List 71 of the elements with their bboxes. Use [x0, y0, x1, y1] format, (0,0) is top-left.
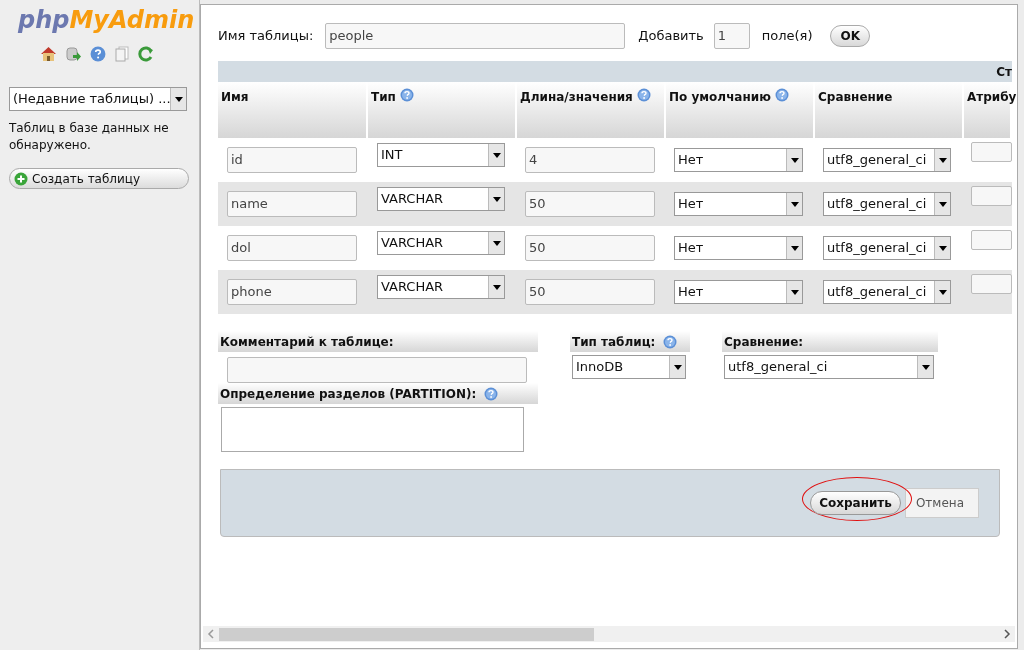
dropdown-arrow-icon	[790, 245, 799, 251]
collation-dropdown[interactable]: utf8_general_ci	[823, 236, 951, 260]
help-icon[interactable]	[399, 88, 414, 102]
documents-icon[interactable]	[114, 46, 130, 62]
column-name-field[interactable]: name	[227, 191, 357, 217]
dropdown-arrow-icon	[492, 152, 501, 158]
add-label: Добавить	[638, 26, 704, 45]
recent-tables-dropdown[interactable]: (Недавние таблицы) ...	[9, 87, 187, 111]
reload-icon[interactable]	[138, 46, 154, 62]
horizontal-scrollbar[interactable]	[203, 626, 1015, 642]
dropdown-arrow-icon	[938, 157, 947, 163]
cancel-button[interactable]: Отмена	[904, 488, 979, 518]
dropdown-arrow-icon	[673, 364, 682, 370]
table-type-dropdown[interactable]: InnoDB	[572, 355, 686, 379]
table-name-field[interactable]: people	[325, 22, 626, 49]
scroll-right-icon[interactable]	[1002, 629, 1012, 639]
length-field[interactable]: 50	[525, 235, 655, 261]
dropdown-arrow-icon	[790, 157, 799, 163]
table-comment-label: Комментарий к таблице:	[220, 333, 394, 351]
plus-icon	[14, 171, 28, 186]
help-icon[interactable]	[774, 88, 789, 102]
collation-dropdown[interactable]: utf8_general_ci	[823, 280, 951, 304]
table-collation-dropdown[interactable]: utf8_general_ci	[724, 355, 934, 379]
length-field[interactable]: 50	[525, 279, 655, 305]
length-field[interactable]: 50	[525, 191, 655, 217]
type-dropdown[interactable]: INT	[377, 143, 505, 167]
help-icon[interactable]	[636, 88, 651, 102]
collation-dropdown[interactable]: utf8_general_ci	[823, 192, 951, 216]
column-name-field[interactable]: dol	[227, 235, 357, 261]
length-field[interactable]: 4	[525, 147, 655, 173]
dropdown-arrow-icon	[921, 364, 930, 370]
partition-textarea[interactable]	[221, 407, 524, 452]
home-icon[interactable]	[40, 46, 57, 62]
column-name-field[interactable]: phone	[227, 279, 357, 305]
dropdown-arrow-icon	[174, 96, 183, 102]
database-arrow-icon[interactable]	[65, 46, 82, 62]
table-comment-field[interactable]	[227, 357, 527, 383]
dropdown-arrow-icon	[938, 289, 947, 295]
default-dropdown[interactable]: Нет	[674, 280, 803, 304]
dropdown-arrow-icon	[938, 201, 947, 207]
save-button[interactable]: Сохранить	[810, 491, 901, 515]
scroll-left-icon[interactable]	[206, 629, 216, 639]
scrollbar-thumb[interactable]	[219, 627, 594, 641]
default-dropdown[interactable]: Нет	[674, 192, 803, 216]
column-group-header: Ст	[996, 63, 1012, 81]
help-icon[interactable]	[484, 386, 499, 401]
default-dropdown[interactable]: Нет	[674, 148, 803, 172]
column-name-field[interactable]: id	[227, 147, 357, 173]
type-dropdown[interactable]: VARCHAR	[377, 187, 505, 211]
help-icon[interactable]	[90, 46, 106, 62]
table-type-label: Тип таблиц:	[572, 333, 656, 351]
fields-unit-label: поле(я)	[761, 26, 813, 45]
type-dropdown[interactable]: VARCHAR	[377, 275, 505, 299]
dropdown-arrow-icon	[492, 284, 501, 290]
dropdown-arrow-icon	[938, 245, 947, 251]
help-icon[interactable]	[663, 334, 678, 349]
create-table-button[interactable]: Создать таблицу	[9, 168, 189, 189]
dropdown-arrow-icon	[790, 201, 799, 207]
no-tables-message: Таблиц в базе данных не обнаружено.	[8, 120, 170, 154]
field-count-input[interactable]: 1	[713, 22, 750, 49]
partition-label: Определение разделов (PARTITION):	[220, 385, 477, 403]
collation-dropdown[interactable]: utf8_general_ci	[823, 148, 951, 172]
logo[interactable]: phpMyAdmin	[0, 0, 199, 36]
table-name-label: Имя таблицы:	[218, 26, 314, 45]
default-dropdown[interactable]: Нет	[674, 236, 803, 260]
dropdown-arrow-icon	[492, 196, 501, 202]
dropdown-arrow-icon	[492, 240, 501, 246]
type-dropdown[interactable]: VARCHAR	[377, 231, 505, 255]
ok-button[interactable]: OK	[830, 24, 870, 47]
dropdown-arrow-icon	[790, 289, 799, 295]
collation-label: Сравнение:	[724, 333, 804, 351]
